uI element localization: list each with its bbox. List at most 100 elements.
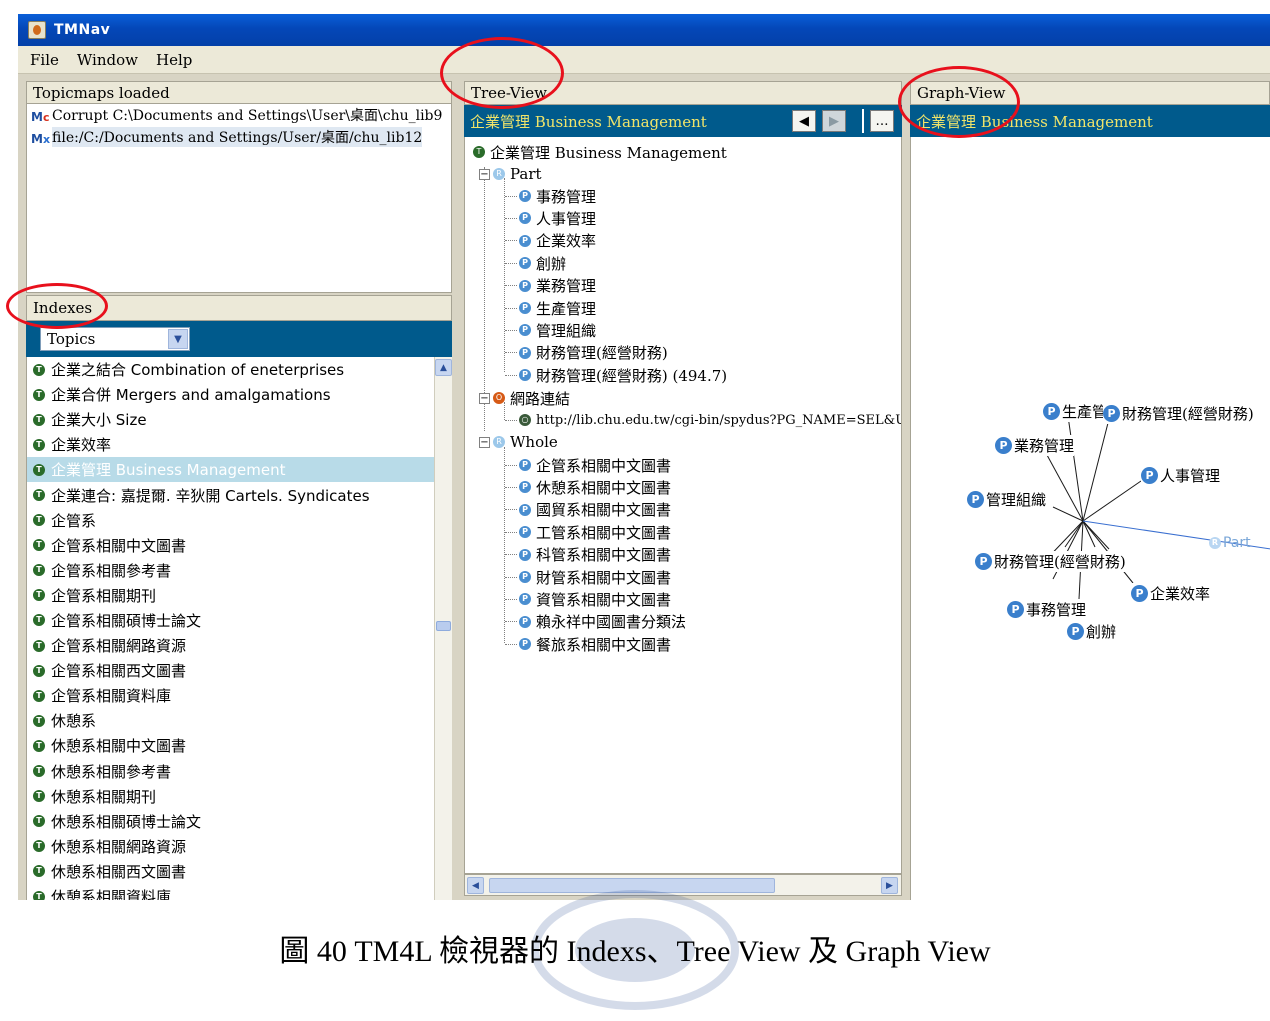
index-item[interactable]: T 休憩系相關中文圖書: [27, 733, 434, 758]
tree-view-toolbar: 企業管理 Business Management ◀ ▶ …: [464, 105, 902, 137]
p-icon: P: [1131, 585, 1148, 602]
workspace: Topicmaps loaded Mc Corrupt C:\Documents…: [18, 74, 1270, 900]
more-options-button[interactable]: …: [870, 110, 894, 132]
index-item-label: 企管系相關中文圖書: [51, 536, 187, 555]
index-item[interactable]: T 企管系相關期刊: [27, 583, 434, 608]
forward-arrow-icon[interactable]: ▶: [822, 110, 846, 132]
menu-help[interactable]: Help: [156, 51, 192, 69]
tree-leaf[interactable]: P 國貿系相關中文圖書: [505, 499, 671, 521]
tree-node-whole[interactable]: − R Whole: [479, 431, 558, 453]
tree-leaf[interactable]: P 管理組織: [505, 319, 596, 341]
graph-node[interactable]: P 人事管理: [1141, 465, 1221, 486]
collapse-icon[interactable]: −: [479, 392, 490, 404]
tree-root-label: 企業管理 Business Management: [490, 143, 727, 162]
graph-node[interactable]: P 創辦: [1067, 621, 1117, 642]
tree-leaf[interactable]: P 事務管理: [505, 185, 596, 207]
topicmap-icon: Mx: [31, 132, 51, 146]
index-item-label: 企業管理 Business Management: [51, 461, 286, 480]
p-icon: P: [519, 302, 531, 314]
menu-file[interactable]: File: [30, 51, 59, 69]
index-item-label: 休憩系相關西文圖書: [51, 862, 187, 881]
index-item[interactable]: T 企管系相關網路資源: [27, 633, 434, 658]
index-item[interactable]: T 企業大小 Size: [27, 407, 434, 432]
tree-leaf[interactable]: P 資管系相關中文圖書: [505, 588, 671, 610]
graph-node[interactable]: P 管理組織: [967, 489, 1047, 510]
index-type-value: Topics: [47, 330, 96, 348]
graph-node[interactable]: P生產管理: [1043, 401, 1108, 422]
tree-leaf[interactable]: P 工管系相關中文圖書: [505, 521, 671, 543]
tree-node-links[interactable]: − O 網路連結: [479, 387, 570, 409]
index-item[interactable]: T 企業效率: [27, 432, 434, 457]
p-icon: P: [519, 571, 531, 583]
graph-node[interactable]: P 業務管理: [995, 435, 1075, 456]
p-icon: P: [1043, 403, 1060, 420]
index-item[interactable]: T 企業管理 Business Management: [27, 457, 434, 483]
scroll-left-icon[interactable]: ◀: [467, 877, 484, 894]
index-item-label: 休憩系相關資料庫: [51, 888, 172, 900]
tree-leaf-link[interactable]: ○ http://lib.chu.edu.tw/cgi-bin/spydus?P…: [505, 409, 901, 431]
tree-leaf[interactable]: P 財管系相關中文圖書: [505, 566, 671, 588]
tree-leaf-label: 工管系相關中文圖書: [536, 523, 672, 542]
index-item-label: 企管系相關資料庫: [51, 687, 172, 706]
graph-node[interactable]: P 財務管理(經營財務): [1103, 403, 1254, 424]
p-icon: P: [519, 638, 531, 651]
collapse-icon[interactable]: −: [479, 436, 490, 448]
tree-leaf[interactable]: P 業務管理: [505, 275, 596, 297]
index-item[interactable]: T 休憩系相關西文圖書: [27, 859, 434, 884]
index-item[interactable]: T 企管系相關西文圖書: [27, 658, 434, 683]
index-item[interactable]: T 企業之結合 Combination of eneterprises: [27, 357, 434, 382]
tree-leaf[interactable]: P 休憩系相關中文圖書: [505, 476, 671, 498]
tree-leaf[interactable]: P 賴永祥中國圖書分類法: [505, 611, 686, 633]
topic-icon: T: [33, 489, 45, 502]
index-item[interactable]: T 企業連合: 嘉提爾. 辛狄開 Cartels. Syndicates: [27, 482, 434, 507]
tree-leaf[interactable]: P 企管系相關中文圖書: [505, 454, 671, 476]
tree-leaf[interactable]: P 科管系相關中文圖書: [505, 544, 671, 566]
topicmap-item[interactable]: Mc Corrupt C:\Documents and Settings\Use…: [27, 104, 451, 126]
index-item[interactable]: T 企管系相關碩博士論文: [27, 608, 434, 633]
graph-node[interactable]: P 事務管理: [1007, 599, 1087, 620]
index-item[interactable]: T 休憩系相關期刊: [27, 784, 434, 809]
p-icon: P: [519, 593, 531, 606]
indexes-scrollbar[interactable]: ▲: [434, 357, 452, 900]
tree-leaf[interactable]: P 財務管理(經營財務) (494.7): [505, 364, 727, 386]
index-item[interactable]: T 企管系相關資料庫: [27, 683, 434, 708]
index-item[interactable]: T 休憩系相關碩博士論文: [27, 809, 434, 834]
index-item[interactable]: T 企管系: [27, 508, 434, 533]
chevron-down-icon[interactable]: ▼: [168, 329, 188, 349]
index-item[interactable]: T 企管系相關參考書: [27, 558, 434, 583]
back-arrow-icon[interactable]: ◀: [792, 110, 816, 132]
index-type-select[interactable]: Topics ▼: [40, 327, 190, 351]
index-item[interactable]: T 休憩系: [27, 708, 434, 733]
scroll-thumb[interactable]: [436, 621, 451, 631]
tree-leaf[interactable]: P 餐旅系相關中文圖書: [505, 633, 671, 655]
p-icon: P: [519, 459, 531, 471]
scroll-up-icon[interactable]: ▲: [435, 359, 452, 376]
tree-root[interactable]: T 企業管理 Business Management: [473, 141, 727, 163]
graph-node[interactable]: P 企業效率: [1131, 583, 1211, 604]
index-item[interactable]: T 企業合併 Mergers and amalgamations: [27, 382, 434, 407]
menu-window[interactable]: Window: [77, 51, 138, 69]
topicmap-item-selected[interactable]: Mx file:/C:/Documents and Settings/User/…: [27, 126, 451, 148]
tree-leaf-label: 財管系相關中文圖書: [536, 568, 672, 587]
graph-view-body[interactable]: P生產管理 P財務管理(經營財務) P業務管理 P人事管理 P管理組織 P財務管…: [910, 137, 1270, 900]
topic-icon: T: [33, 790, 45, 803]
graph-node[interactable]: P 財務管理(經營財務): [975, 551, 1126, 572]
index-item[interactable]: T 休憩系相關網路資源: [27, 834, 434, 859]
tree-leaf[interactable]: P 財務管理(經營財務): [505, 342, 668, 364]
tree-node-part[interactable]: − R Part: [479, 163, 542, 185]
index-item[interactable]: T 休憩系相關參考書: [27, 759, 434, 784]
index-item[interactable]: T 企管系相關中文圖書: [27, 533, 434, 558]
index-item-label: 企業之結合 Combination of eneterprises: [51, 361, 345, 380]
tree-leaf[interactable]: P 人事管理: [505, 207, 596, 229]
tree-leaf-label: 資管系相關中文圖書: [536, 590, 672, 609]
index-item-label: 企管系相關碩博士論文: [51, 611, 202, 630]
index-item-label: 企管系相關期刊: [51, 586, 157, 605]
collapse-icon[interactable]: −: [479, 168, 490, 180]
topic-icon: T: [33, 388, 45, 401]
tree-leaf[interactable]: P 生產管理: [505, 297, 596, 319]
index-item[interactable]: T 休憩系相關資料庫: [27, 884, 434, 900]
tree-leaf[interactable]: P 創辦: [505, 252, 566, 274]
tree-leaf[interactable]: P 企業效率: [505, 230, 596, 252]
scroll-right-icon[interactable]: ▶: [881, 877, 898, 894]
graph-node-part[interactable]: R Part: [1209, 535, 1251, 551]
